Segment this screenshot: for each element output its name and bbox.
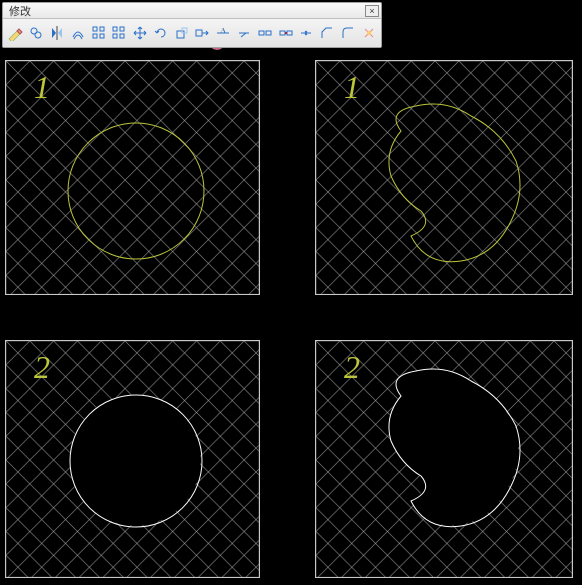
array-icon (91, 25, 107, 41)
viewport-4[interactable]: 2 (315, 340, 573, 578)
join-button[interactable] (297, 22, 316, 44)
explode-button[interactable] (359, 22, 378, 44)
stretch-icon (194, 25, 210, 41)
offset-icon (70, 25, 86, 41)
panel-label: 1 (34, 69, 50, 106)
mirror-icon (49, 25, 65, 41)
trim-icon (215, 25, 231, 41)
viewport-2[interactable]: 1 (315, 60, 573, 295)
toolbar-title: 修改 (5, 3, 31, 19)
array-button[interactable] (89, 22, 108, 44)
array-rect-icon (111, 25, 127, 41)
chamfer-icon (319, 25, 335, 41)
explode-icon (361, 25, 377, 41)
scale-button[interactable] (172, 22, 191, 44)
trim-button[interactable] (214, 22, 233, 44)
offset-button[interactable] (68, 22, 87, 44)
panel-label: 2 (344, 349, 360, 386)
viewport-3[interactable]: 2 (5, 340, 260, 578)
panel-label: 1 (344, 69, 360, 106)
erase-button[interactable] (6, 22, 25, 44)
rotate-icon (153, 25, 169, 41)
rotate-button[interactable] (151, 22, 170, 44)
pencil-erase-icon (7, 25, 23, 41)
break-point-button[interactable] (255, 22, 274, 44)
toolbar-header[interactable]: 修改 × (3, 3, 381, 19)
mirror-button[interactable] (48, 22, 67, 44)
break-button[interactable] (276, 22, 295, 44)
close-button[interactable]: × (365, 5, 379, 17)
join-icon (298, 25, 314, 41)
viewport-1[interactable]: 1 (5, 60, 260, 295)
panel-label: 2 (34, 349, 50, 386)
extend-button[interactable] (235, 22, 254, 44)
fillet-button[interactable] (339, 22, 358, 44)
move-button[interactable] (131, 22, 150, 44)
copy-button[interactable] (27, 22, 46, 44)
toolbar-buttons-row (3, 19, 381, 47)
break-icon (278, 25, 294, 41)
modify-toolbar: 修改 × (2, 2, 382, 48)
stretch-button[interactable] (193, 22, 212, 44)
copy-icon (28, 25, 44, 41)
break-point-icon (257, 25, 273, 41)
scale-icon (174, 25, 190, 41)
move-icon (132, 25, 148, 41)
extend-icon (236, 25, 252, 41)
array-rect-button[interactable] (110, 22, 129, 44)
chamfer-button[interactable] (318, 22, 337, 44)
fillet-icon (340, 25, 356, 41)
